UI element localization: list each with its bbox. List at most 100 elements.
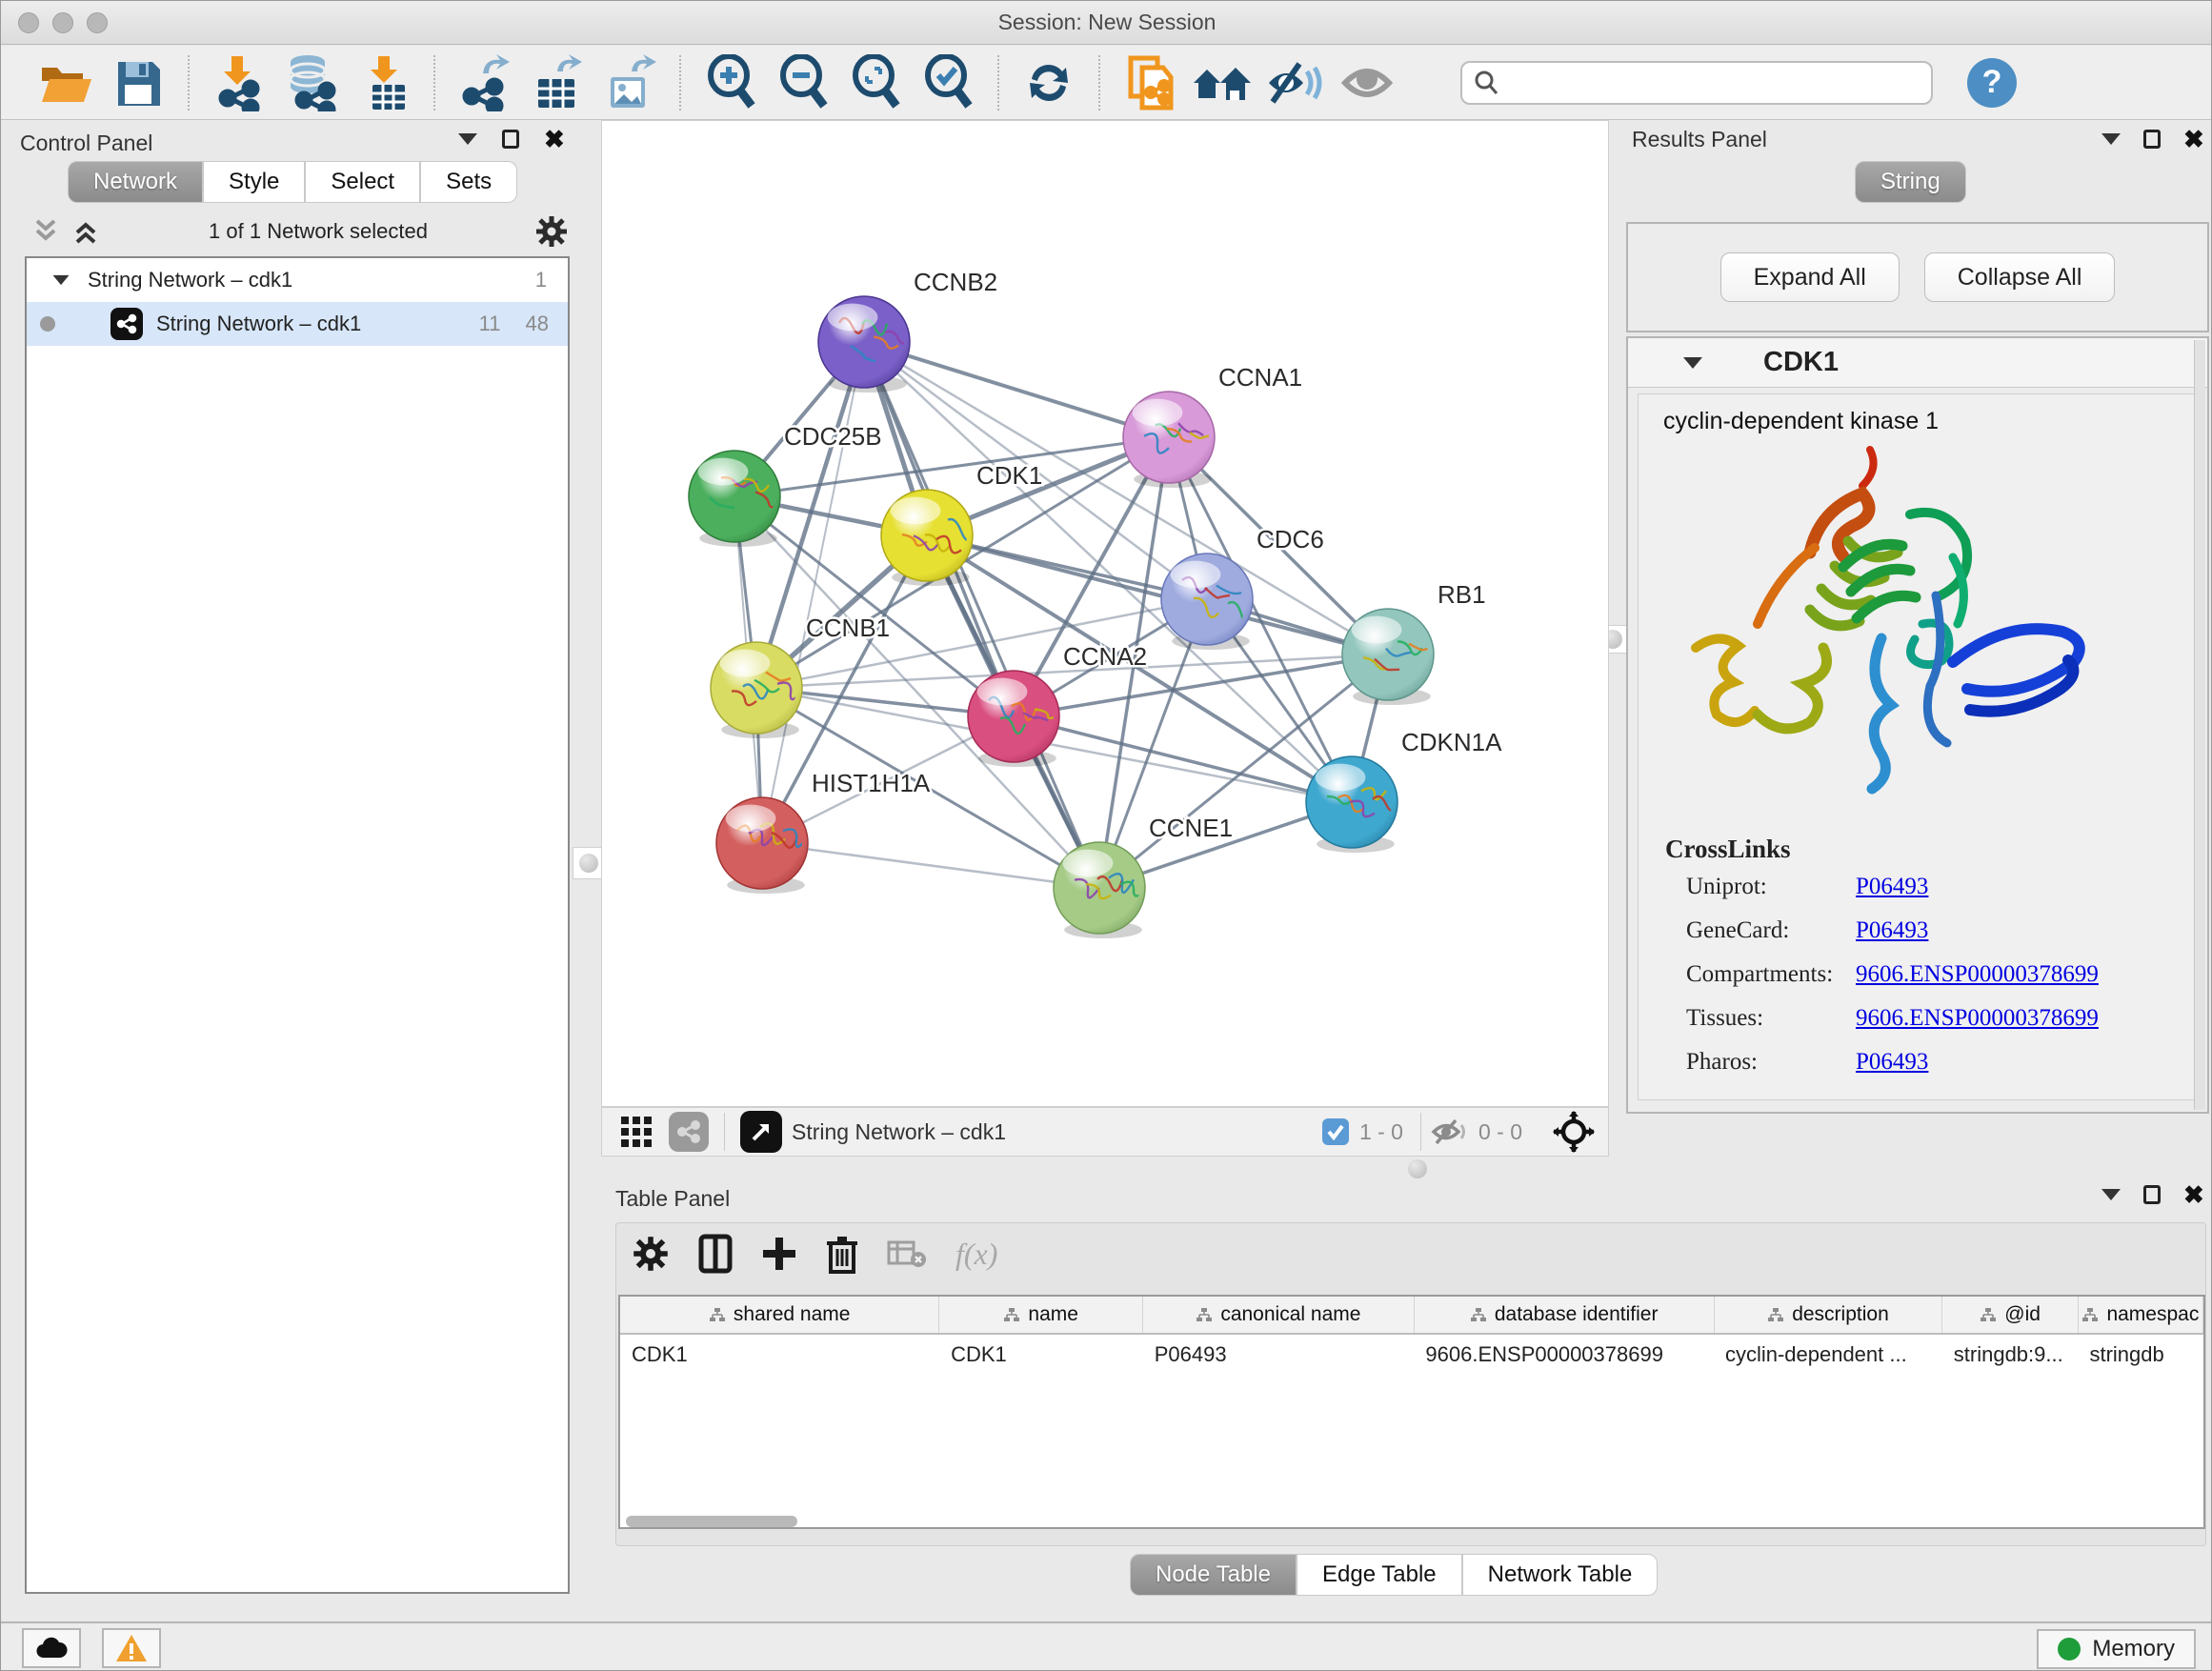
network-node-ccna1[interactable]: CCNA1 — [1123, 363, 1302, 488]
delete-column-icon[interactable] — [826, 1234, 858, 1274]
duplicate-network-button[interactable] — [1119, 54, 1180, 111]
left-splitter-handle[interactable] — [573, 847, 605, 879]
network-collection-row[interactable]: String Network – cdk1 1 — [27, 258, 568, 302]
bottom-splitter-handle[interactable] — [1404, 1158, 1431, 1180]
results-panel-menu-icon[interactable] — [2101, 133, 2121, 145]
zoom-fit-button[interactable] — [845, 54, 906, 111]
tab-select[interactable]: Select — [305, 161, 420, 203]
table-hscrollbar[interactable] — [618, 1514, 2205, 1529]
warnings-button[interactable] — [102, 1628, 161, 1668]
gene-section-header[interactable]: CDK1 — [1628, 338, 2207, 388]
column-header-namespac[interactable]: namespac — [2079, 1297, 2203, 1333]
export-network-button[interactable] — [454, 54, 515, 111]
gene-section-expander-icon[interactable] — [1683, 357, 1702, 369]
table-cell[interactable]: cyclin-dependent ... — [1714, 1335, 1942, 1375]
tab-node-table[interactable]: Node Table — [1130, 1554, 1297, 1596]
crosslink-pharos-link[interactable]: P06493 — [1856, 1049, 1928, 1076]
tab-string-results[interactable]: String — [1855, 161, 1966, 203]
fit-content-crosshair-icon[interactable] — [1553, 1111, 1595, 1153]
refresh-view-button[interactable] — [1018, 54, 1079, 111]
network-canvas[interactable]: CCNB2CCNA1CDC25BCDK1CDC6RB1CCNB1CCNA2CDK… — [601, 120, 1609, 1107]
network-options-gear-icon[interactable] — [534, 214, 569, 249]
table-cell[interactable]: P06493 — [1143, 1335, 1415, 1375]
network-node-cdkn1a[interactable]: CDKN1A — [1306, 728, 1502, 853]
zoom-selected-button[interactable] — [917, 54, 978, 111]
cloud-status-button[interactable] — [22, 1628, 81, 1668]
network-node-cdc25b[interactable]: CDC25B — [689, 422, 882, 547]
table-cell[interactable]: stringdb — [2078, 1335, 2203, 1375]
network-node-ccnb1[interactable]: CCNB1 — [711, 614, 890, 738]
network-node-rb1[interactable]: RB1 — [1342, 580, 1486, 705]
hide-unhide-button[interactable] — [1264, 54, 1325, 111]
function-builder-button[interactable]: f(x) — [955, 1237, 997, 1272]
search-input[interactable] — [1500, 70, 1900, 96]
table-cell[interactable]: 9606.ENSP00000378699 — [1414, 1335, 1714, 1375]
memory-button[interactable]: Memory — [2037, 1629, 2196, 1669]
network-row-selected[interactable]: String Network – cdk1 11 48 — [27, 302, 568, 346]
zoom-out-button[interactable] — [773, 54, 834, 111]
birds-eye-view-icon[interactable] — [740, 1111, 782, 1153]
network-edge[interactable] — [762, 843, 1099, 888]
import-network-button[interactable] — [209, 54, 270, 111]
zoom-in-button[interactable] — [700, 54, 761, 111]
tab-network[interactable]: Network — [68, 161, 203, 203]
column-header-canonical-name[interactable]: canonical name — [1143, 1297, 1415, 1333]
search-box[interactable] — [1460, 61, 1933, 105]
collapse-all-button[interactable]: Collapse All — [1924, 252, 2116, 302]
crosslink-compartments-link[interactable]: 9606.ENSP00000378699 — [1856, 961, 2099, 988]
tab-network-table[interactable]: Network Table — [1462, 1554, 1659, 1596]
hidden-eye-slash-icon[interactable] — [1431, 1117, 1469, 1147]
import-network-from-database-button[interactable] — [281, 54, 342, 111]
column-header-name[interactable]: name — [939, 1297, 1143, 1333]
table-cell[interactable]: CDK1 — [939, 1335, 1143, 1375]
add-column-icon[interactable] — [761, 1236, 797, 1272]
expand-all-button[interactable]: Expand All — [1720, 252, 1900, 302]
control-panel-float-icon[interactable] — [502, 130, 519, 149]
column-header--id[interactable]: @id — [1942, 1297, 2078, 1333]
help-button[interactable]: ? — [1967, 58, 2017, 108]
crosslink-tissues-link[interactable]: 9606.ENSP00000378699 — [1856, 1005, 2099, 1032]
network-share-view-icon[interactable] — [669, 1112, 709, 1152]
tab-style[interactable]: Style — [203, 161, 305, 203]
selected-checkbox-icon[interactable] — [1321, 1117, 1350, 1146]
column-header-shared-name[interactable]: shared name — [620, 1297, 939, 1333]
crosslink-genecard-link[interactable]: P06493 — [1856, 917, 1928, 944]
table-cell[interactable]: CDK1 — [620, 1335, 939, 1375]
network-edge[interactable] — [864, 342, 1169, 437]
expand-all-icon[interactable] — [70, 217, 102, 246]
table-panel-float-icon[interactable] — [2143, 1185, 2161, 1204]
table-panel-menu-icon[interactable] — [2101, 1189, 2121, 1200]
show-columns-icon[interactable] — [698, 1234, 733, 1274]
tab-sets[interactable]: Sets — [420, 161, 517, 203]
column-header-description[interactable]: description — [1715, 1297, 1943, 1333]
collapse-all-icon[interactable] — [30, 217, 62, 246]
network-graph[interactable]: CCNB2CCNA1CDC25BCDK1CDC6RB1CCNB1CCNA2CDK… — [602, 121, 1608, 1106]
network-edge[interactable] — [864, 342, 1099, 888]
grid-view-icon[interactable] — [619, 1115, 654, 1149]
table-row[interactable]: CDK1CDK1P064939606.ENSP00000378699cyclin… — [620, 1335, 2203, 1375]
import-table-button[interactable] — [353, 54, 414, 111]
table-cell[interactable]: stringdb:9... — [1942, 1335, 2079, 1375]
control-panel-close-icon[interactable]: ✖ — [544, 127, 565, 151]
control-panel-menu-icon[interactable] — [458, 133, 477, 145]
column-header-database-identifier[interactable]: database identifier — [1415, 1297, 1715, 1333]
save-session-button[interactable] — [108, 54, 169, 111]
results-scrollbar[interactable] — [2194, 340, 2205, 1110]
table-panel-close-icon[interactable]: ✖ — [2183, 1182, 2204, 1207]
show-graphics-button[interactable] — [1337, 54, 1398, 111]
table-hscrollbar-thumb[interactable] — [626, 1516, 797, 1527]
network-node-hist1h1a[interactable]: HIST1H1A — [716, 769, 931, 894]
crosslink-uniprot-link[interactable]: P06493 — [1856, 874, 1928, 900]
results-panel-close-icon[interactable]: ✖ — [2183, 127, 2204, 151]
network-node-ccne1[interactable]: CCNE1 — [1054, 814, 1233, 938]
string-home-button[interactable] — [1192, 54, 1253, 111]
export-image-button[interactable] — [599, 54, 660, 111]
delete-table-icon[interactable] — [887, 1238, 927, 1269]
tab-edge-table[interactable]: Edge Table — [1297, 1554, 1462, 1596]
table-options-gear-icon[interactable] — [632, 1235, 670, 1273]
collection-expander-icon[interactable] — [53, 275, 70, 285]
export-table-button[interactable] — [527, 54, 588, 111]
left-splitter[interactable] — [571, 120, 599, 1173]
open-session-button[interactable] — [35, 54, 96, 111]
results-panel-float-icon[interactable] — [2143, 130, 2161, 149]
